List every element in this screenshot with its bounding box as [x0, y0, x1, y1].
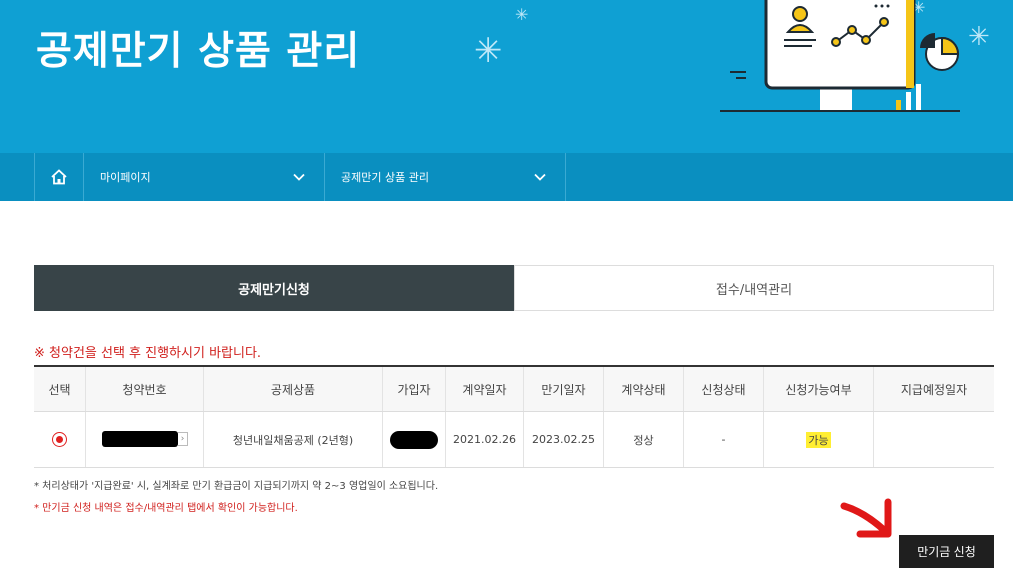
redacted-application-number — [102, 431, 178, 447]
eligibility-value: 가능 — [806, 431, 831, 448]
maturity-apply-button[interactable]: 만기금 신청 — [899, 535, 994, 568]
column-header: 신청상태 — [684, 367, 764, 411]
column-header: 지급예정일자 — [900, 382, 968, 397]
eligibility-cell: 가능 — [764, 412, 874, 467]
payment-date-cell — [874, 412, 994, 467]
radio-selected-dot — [56, 436, 63, 443]
column-header: 가입자 — [383, 367, 446, 411]
table-header-row: 선택 청약번호 공제상품 가입자 계약일자 만기일자 계약상태 신청상태 신청가… — [34, 367, 994, 412]
redacted-subscriber-name — [390, 430, 438, 449]
breadcrumb-navbar: 마이페이지 공제만기 상품 관리 — [0, 153, 1013, 201]
column-header: 신청가능여부 — [764, 367, 874, 411]
monitor-illustration-icon — [720, 0, 960, 112]
chevron-down-icon — [293, 173, 305, 181]
tab-history[interactable]: 접수/내역관리 — [514, 265, 994, 311]
column-header: 공제상품 — [204, 367, 383, 411]
sparkle-icon: ✳ — [515, 5, 529, 24]
application-number-cell: › — [86, 412, 204, 467]
select-cell — [34, 412, 86, 467]
nav-dropdown-maturity[interactable]: 공제만기 상품 관리 — [325, 153, 566, 201]
red-arrow-annotation-icon — [840, 498, 892, 538]
contract-date-cell: 2021.02.26 — [446, 412, 524, 467]
home-button[interactable] — [34, 153, 84, 201]
table-row: › 청년내일채움공제 (2년형) 2021.02.26 2023.02.25 정… — [34, 412, 994, 468]
product-cell: 청년내일채움공제 (2년형) — [204, 412, 383, 467]
home-icon — [51, 169, 67, 185]
footnote-processing: * 처리상태가 '지급완료' 시, 실계좌로 만기 환급금이 지급되기까지 약 … — [34, 481, 439, 492]
column-header: 계약상태 — [604, 367, 684, 411]
footnote-history: * 만기금 신청 내역은 접수/내역관리 탭에서 확인이 가능합니다. — [34, 503, 298, 514]
header-banner: 공제만기 상품 관리 ✳ ✳ ✳ ✳ — [0, 0, 1013, 153]
nav-dropdown-label: 공제만기 상품 관리 — [341, 171, 429, 184]
contract-status-cell: 정상 — [604, 412, 684, 467]
nav-dropdown-mypage[interactable]: 마이페이지 — [84, 153, 325, 201]
sparkle-icon: ✳ — [474, 31, 503, 71]
column-header: 청약번호 — [86, 367, 204, 411]
selection-notice: ※ 청약건을 선택 후 진행하시기 바랍니다. — [34, 346, 262, 361]
column-header: 만기일자 — [524, 367, 604, 411]
column-header: 계약일자 — [446, 367, 524, 411]
redaction-edge: › — [178, 432, 188, 446]
page-title: 공제만기 상품 관리 — [36, 29, 361, 74]
subscriber-cell — [383, 412, 446, 467]
apply-status-cell: - — [684, 412, 764, 467]
maturity-date-cell: 2023.02.25 — [524, 412, 604, 467]
tab-maturity-apply[interactable]: 공제만기신청 — [34, 265, 514, 311]
column-header: 선택 — [34, 367, 86, 411]
select-radio[interactable] — [52, 432, 67, 447]
nav-dropdown-label: 마이페이지 — [100, 171, 151, 184]
chevron-down-icon — [534, 173, 546, 181]
contract-table: 선택 청약번호 공제상품 가입자 계약일자 만기일자 계약상태 신청상태 신청가… — [34, 365, 994, 468]
